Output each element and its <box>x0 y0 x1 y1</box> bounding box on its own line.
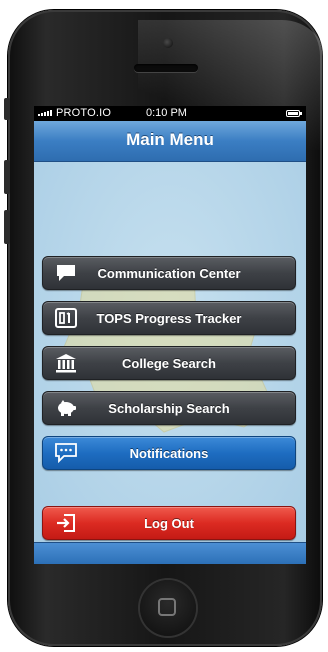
screen: PROTO.IO 0:10 PM Main Menu Communication… <box>34 106 306 564</box>
log-out-button[interactable]: Log Out <box>42 506 296 540</box>
chat-dots-icon <box>51 440 81 466</box>
front-camera <box>163 38 173 48</box>
page-title: Main Menu <box>126 130 214 149</box>
volume-down-button[interactable] <box>4 210 10 244</box>
piggy-bank-icon <box>51 395 81 421</box>
notifications-label: Notifications <box>129 445 209 461</box>
college-search-label: College Search <box>122 355 216 371</box>
status-time: 0:10 PM <box>146 107 187 119</box>
speech-bubble-icon <box>51 260 81 286</box>
tops-progress-tracker-button[interactable]: TOPS Progress Tracker <box>42 301 296 335</box>
logout-icon <box>51 510 81 536</box>
main-menu-content: Communication Center TOPS Progress Track… <box>34 162 306 542</box>
communication-center-button[interactable]: Communication Center <box>42 256 296 290</box>
log-out-label: Log Out <box>144 515 194 531</box>
bottom-bar <box>34 542 306 564</box>
scoreboard-icon <box>51 305 81 331</box>
scholarship-search-label: Scholarship Search <box>108 400 230 416</box>
earpiece-speaker <box>134 64 198 72</box>
home-button-icon <box>158 598 176 616</box>
volume-up-button[interactable] <box>4 160 10 194</box>
navigation-bar: Main Menu <box>34 121 306 162</box>
carrier-name: PROTO.IO <box>56 107 112 119</box>
mute-switch[interactable] <box>4 98 10 120</box>
scholarship-search-button[interactable]: Scholarship Search <box>42 391 296 425</box>
status-bar: PROTO.IO 0:10 PM <box>34 106 306 121</box>
building-icon <box>51 350 81 376</box>
battery-icon <box>286 110 302 117</box>
communication-center-label: Communication Center <box>97 265 241 281</box>
signal-strength-icon <box>38 110 52 116</box>
notifications-button[interactable]: Notifications <box>42 436 296 470</box>
college-search-button[interactable]: College Search <box>42 346 296 380</box>
tops-progress-tracker-label: TOPS Progress Tracker <box>96 310 242 326</box>
